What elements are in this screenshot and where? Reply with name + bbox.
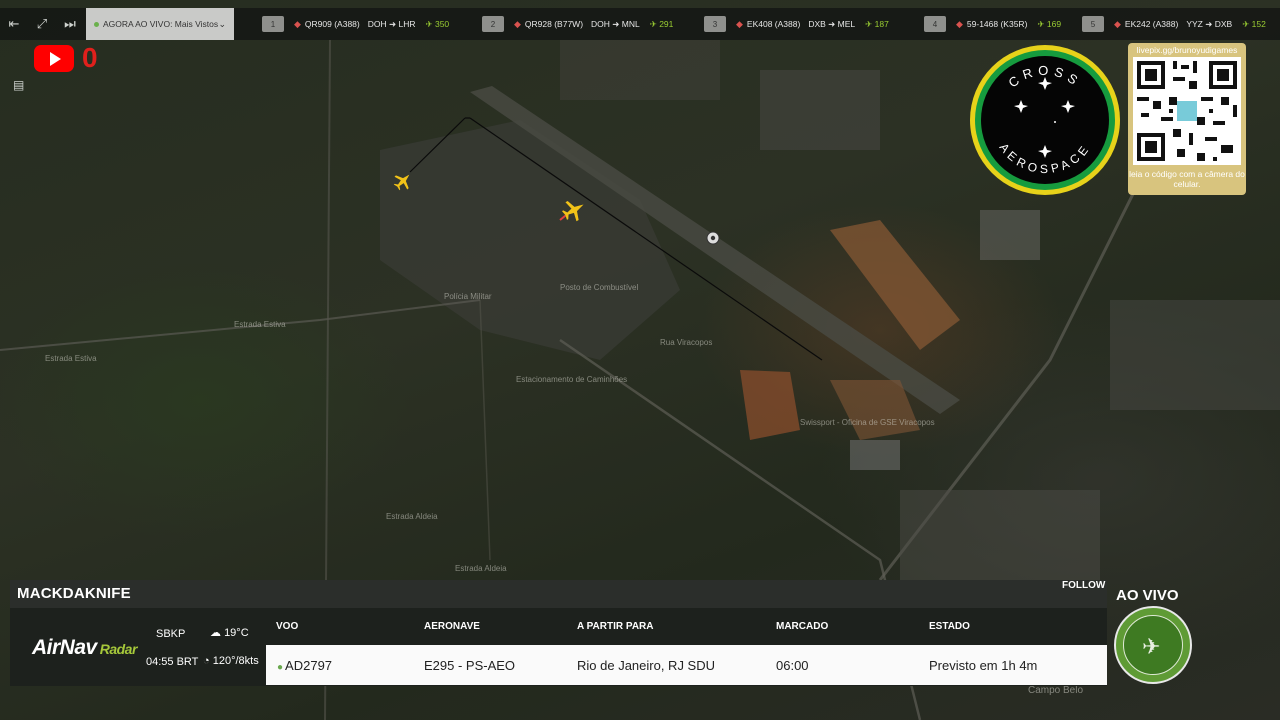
chevron-down-icon: ⌄	[218, 18, 226, 29]
map-label: Estrada Aldeia	[455, 564, 507, 573]
location-pin-icon: ◆	[736, 18, 743, 29]
cell-status: Previsto em 1h 4m	[929, 658, 1038, 673]
flight-speed: ✈ 291	[649, 18, 674, 29]
flight-speed: ✈ 152	[1242, 18, 1266, 29]
channel-emblem-logo: ✈	[1114, 606, 1192, 684]
top-flight-3[interactable]: 3 ◆ EK408 (A388) DXB ➜ MEL ✈ 187	[704, 8, 889, 40]
live-dropdown-label: AGORA AO VIVO: Mais Vistos	[103, 19, 219, 29]
youtube-counter: 0	[82, 42, 98, 73]
flight-id: EK242 (A388)	[1124, 19, 1179, 29]
local-time: 04:55 BRT	[146, 656, 199, 668]
flight-speed: ✈ 187	[865, 18, 889, 29]
flight-rank: 1	[262, 16, 284, 32]
airplane-icon: ✈	[1142, 634, 1161, 659]
star-icon	[1014, 77, 1075, 158]
location-pin-icon: ◆	[956, 18, 963, 29]
flight-route: DXB ➜ MEL	[808, 18, 856, 29]
qr-url: livepix.gg/brunoyudigames	[1136, 45, 1238, 55]
map-label: Estrada Estiva	[234, 320, 286, 329]
map-label: Campo Belo	[1028, 685, 1084, 696]
location-pin-icon: ●	[277, 662, 284, 673]
column-header-route: A PARTIR PARA	[577, 621, 654, 632]
cell-aircraft: E295 - PS-AEO	[424, 658, 516, 673]
flight-rank: 2	[482, 16, 504, 32]
live-dropdown[interactable]: AGORA AO VIVO: Mais Vistos ⌄	[86, 8, 234, 40]
airnav-logo: AirNav Radar	[32, 636, 137, 659]
youtube-icon	[34, 45, 74, 72]
flight-rank: 4	[924, 16, 946, 32]
cell-scheduled: 06:00	[776, 658, 809, 673]
location-pin-icon	[706, 231, 720, 245]
panel-title: MACKDAKNIFE	[17, 585, 131, 602]
map-label: Estrada Aldeia	[386, 512, 438, 521]
column-header-flight: VOO	[276, 621, 299, 632]
temperature: ☁ 19°C	[210, 627, 249, 639]
airport-code: SBKP	[156, 628, 186, 640]
flight-rank: 5	[1082, 16, 1104, 32]
location-pin-icon: ◆	[294, 18, 301, 29]
flight-speed: ✈ 350	[425, 18, 450, 29]
map-label: Estacionamento de Caminhões	[516, 375, 628, 384]
follow-button[interactable]: FOLLOW	[1062, 580, 1105, 591]
flight-id: EK408 (A388)	[746, 19, 801, 29]
column-header-status: ESTADO	[929, 621, 970, 632]
qr-code-icon	[1133, 57, 1241, 165]
flight-rank: 3	[704, 16, 726, 32]
fullscreen-icon[interactable]: ⤢	[28, 8, 56, 40]
column-header-scheduled: MARCADO	[776, 621, 829, 632]
flight-route: YYZ ➜ DXB	[1186, 18, 1233, 29]
cell-route: Rio de Janeiro, RJ SDU	[577, 658, 715, 673]
skip-next-icon[interactable]: ⏭	[56, 8, 84, 40]
qr-caption: leia o código com a câmera do celular.	[1129, 169, 1245, 189]
wind-icon: ◔	[203, 655, 210, 667]
flight-id: QR928 (B77W)	[524, 19, 584, 29]
cell-flight: ● AD2797	[277, 658, 333, 673]
flight-id: 59-1468 (K35R)	[966, 19, 1028, 29]
top-flight-1[interactable]: 1 ◆ QR909 (A388) DOH ➜ LHR ✈ 350	[262, 8, 449, 40]
qr-code-card[interactable]: livepix.gg/brunoyudigames leia o código …	[1128, 43, 1246, 195]
flight-speed: ✈ 169	[1037, 18, 1062, 29]
top-flight-4[interactable]: 4 ◆ 59-1468 (K35R) ✈ 169	[924, 8, 1061, 40]
map-label: Swissport - Oficina de GSE Viracopos	[800, 418, 935, 427]
table-row[interactable]: ● AD2797 E295 - PS-AEO Rio de Janeiro, RJ…	[266, 645, 1107, 685]
top-flight-5[interactable]: 5 ◆ EK242 (A388) YYZ ➜ DXB ✈ 152	[1082, 8, 1266, 40]
cloud-icon: ☁	[210, 627, 221, 639]
map-label: Estrada Estiva	[45, 354, 97, 363]
map-label: Polícia Militar	[444, 292, 492, 301]
ao-vivo-label: AO VIVO	[1116, 587, 1179, 604]
cross-aerospace-logo: CROSS AEROSPACE	[970, 45, 1120, 195]
top-flight-2[interactable]: 2 ◆ QR928 (B77W) DOH ➜ MNL ✈ 291	[482, 8, 673, 40]
location-pin-icon: ◆	[1114, 18, 1121, 29]
map-label: Posto de Combustível	[560, 283, 639, 292]
wind: ◔ 120°/8kts	[203, 655, 259, 667]
list-icon[interactable]: ▤	[13, 78, 29, 94]
flight-id: QR909 (A388)	[304, 19, 360, 29]
flight-info-panel: MACKDAKNIFE FOLLOW AirNav Radar SBKP 04:5…	[10, 580, 1107, 686]
collapse-sidebar-icon[interactable]: ⇤	[0, 8, 28, 40]
flight-route: DOH ➜ LHR	[367, 18, 416, 29]
map-label: Rua Viracopos	[660, 338, 713, 347]
panel-header: MACKDAKNIFE FOLLOW	[10, 580, 1107, 608]
location-pin-icon: ◆	[514, 18, 521, 29]
flight-route: DOH ➜ MNL	[591, 18, 640, 29]
column-header-aircraft: AERONAVE	[424, 621, 480, 632]
live-dot-icon	[94, 21, 99, 27]
